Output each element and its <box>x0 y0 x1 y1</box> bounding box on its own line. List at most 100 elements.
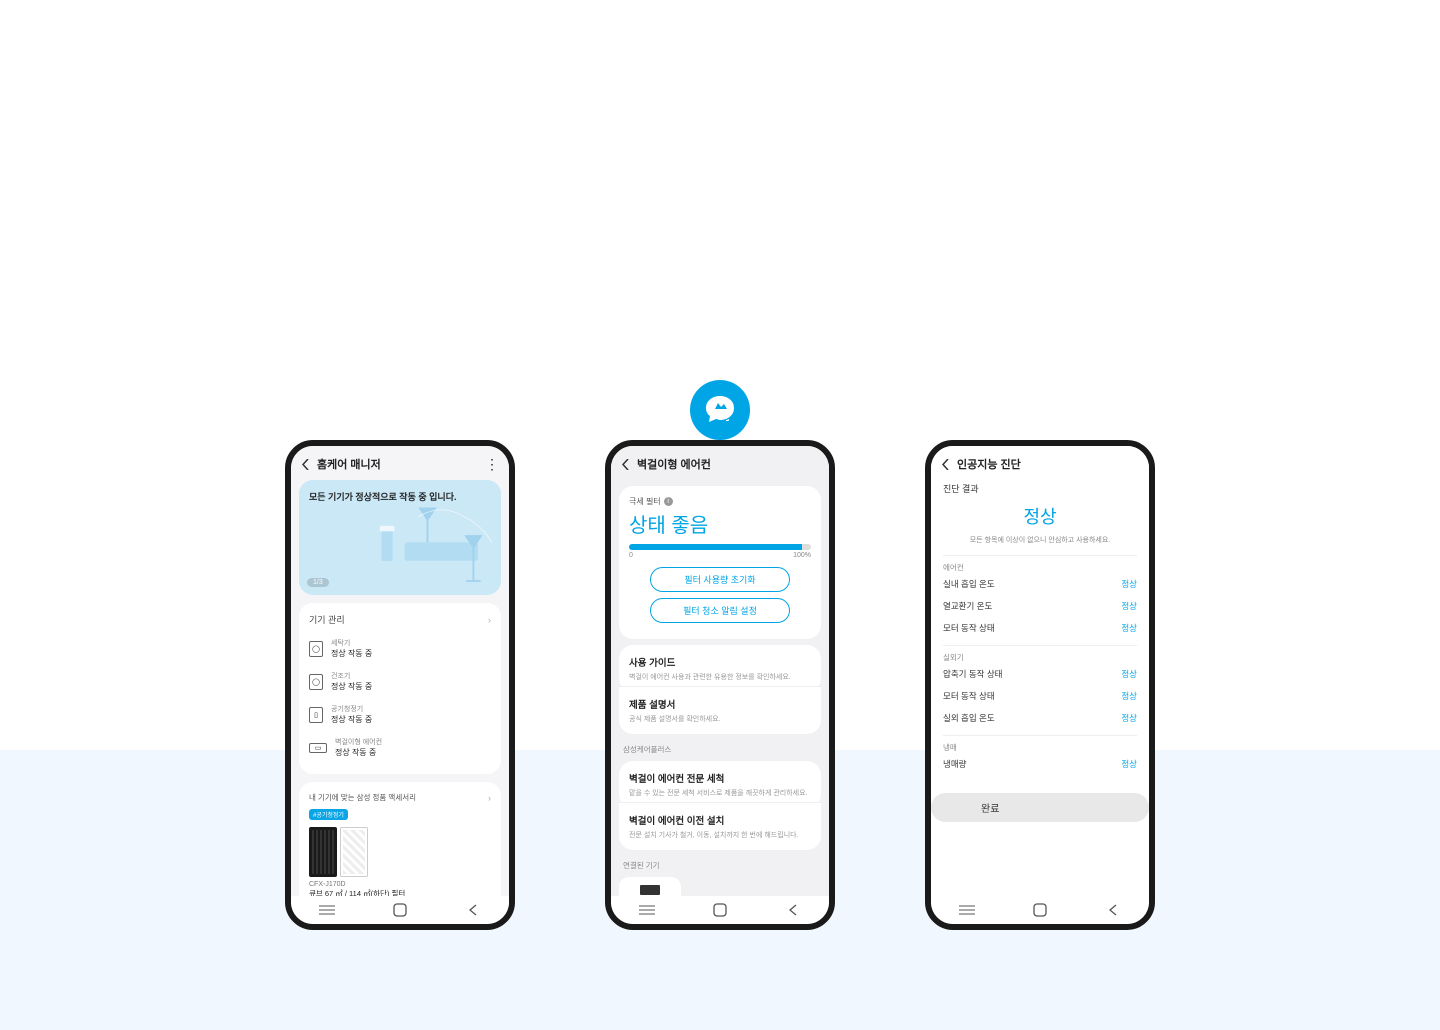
device-status: 정상 작동 중 <box>331 714 372 725</box>
back-icon[interactable] <box>941 458 949 470</box>
guide-title: 사용 가이드 <box>629 655 811 669</box>
device-row-dryer[interactable]: ◯ 건조기 정상 작동 중 <box>309 665 491 698</box>
diag-row: 실외 흡입 온도 정상 <box>943 707 1137 729</box>
android-navbar <box>611 896 829 924</box>
diag-row: 모터 동작 상태정상 <box>943 685 1137 707</box>
device-status: 정상 작동 중 <box>331 681 372 692</box>
recents-icon[interactable] <box>318 905 336 915</box>
group-outdoor: 실외기 압축기 동작 상태정상 모터 동작 상태정상 실외 흡입 온도정상 <box>943 645 1137 729</box>
dryer-icon: ◯ <box>309 674 323 690</box>
device-care-header[interactable]: 기기 관리 › <box>309 613 491 626</box>
info-icon[interactable]: i <box>664 497 673 506</box>
diag-value: 정상 <box>1121 600 1137 612</box>
accessory-title: 내 기기에 맞는 삼성 정품 액세서리 <box>309 792 416 803</box>
wall-ac-icon <box>640 885 660 895</box>
header: 인공지능 진단 <box>931 446 1149 480</box>
phone-wall-ac-detail: 벽걸이형 에어컨 극세 필터 i 상태 좋음 0 100% 필터 사용량 초기화… <box>605 440 835 930</box>
scale-min: 0 <box>629 552 633 559</box>
diag-label: 모터 동작 상태 <box>943 690 995 702</box>
accessory-model: CFX-J170D <box>309 881 491 888</box>
diag-label: 실내 흡입 온도 <box>943 578 995 590</box>
header-title: 인공지능 진단 <box>957 456 1139 472</box>
diag-row: 열교환기 온도정상 <box>943 595 1137 617</box>
careplus-label: 삼성케어플러스 <box>623 744 817 755</box>
connected-label: 연결된 기기 <box>623 860 817 871</box>
home-icon[interactable] <box>391 903 409 917</box>
manual-sub: 공식 제품 설명서를 확인하세요. <box>629 714 811 724</box>
home-icon[interactable] <box>711 903 729 917</box>
diag-label: 실외 흡입 온도 <box>943 712 995 724</box>
diag-value: 정상 <box>1121 578 1137 590</box>
device-row-wall-ac[interactable]: ▭ 벽걸이형 에어컨 정상 작동 중 <box>309 731 491 764</box>
diag-value: 정상 <box>1121 758 1137 770</box>
guide-sub: 벽걸이 에어컨 사용과 관련한 유용한 정보를 확인하세요. <box>629 672 811 682</box>
accessory-card: 내 기기에 맞는 삼성 정품 액세서리 › #공기청정기 CFX-J170D 큐… <box>299 782 501 896</box>
more-icon[interactable]: ⋮ <box>485 457 499 471</box>
accessory-desc: 큐브 67 ㎡ / 114 ㎡(하단) 필터 <box>309 888 491 896</box>
accessory-header[interactable]: 내 기기에 맞는 삼성 정품 액세서리 › <box>309 792 491 803</box>
filter-label: 극세 필터 <box>629 496 661 507</box>
wash-service-item[interactable]: 벽걸이 에어컨 전문 세척 맡을 수 있는 전문 세척 서비스로 제품을 깨끗하… <box>619 761 821 808</box>
device-name: 건조기 <box>331 671 372 681</box>
filter-scale: 0 100% <box>629 552 811 559</box>
manual-item[interactable]: 제품 설명서 공식 제품 설명서를 확인하세요. <box>619 686 821 734</box>
group-ac-label: 에어컨 <box>943 555 1137 573</box>
phone-homecare-manager: 홈케어 매니저 ⋮ 모든 기기가 정상적으로 작동 중 입니다. 1 <box>285 440 515 930</box>
filter-status: 상태 좋음 <box>629 509 811 538</box>
group-ac: 에어컨 실내 흡입 온도정상 열교환기 온도정상 모터 동작 상태정상 <box>943 555 1137 639</box>
device-care-title: 기기 관리 <box>309 613 345 626</box>
diag-value: 정상 <box>1121 712 1137 724</box>
reset-filter-button[interactable]: 필터 사용량 초기화 <box>650 567 790 592</box>
device-status: 정상 작동 중 <box>331 648 372 659</box>
home-icon[interactable] <box>1031 903 1049 917</box>
phone-ai-diagnosis: 인공지능 진단 진단 결과 정상 모든 항목에 이상이 없으니 안심하고 사용하… <box>925 440 1155 930</box>
device-row-air-purifier[interactable]: ▯ 공기청정기 정상 작동 중 <box>309 698 491 731</box>
scale-max: 100% <box>793 552 811 559</box>
diag-row: 압축기 동작 상태 정상 <box>943 663 1137 685</box>
filter-label-row: 극세 필터 i <box>629 496 811 507</box>
back-icon[interactable] <box>301 458 309 470</box>
hero-banner[interactable]: 모든 기기가 정상적으로 작동 중 입니다. 1/3 <box>299 480 501 595</box>
device-row-washer[interactable]: ◯ 세탁기 정상 작동 중 <box>309 632 491 665</box>
diagnosis-result: 정상 <box>931 503 1149 529</box>
install-sub: 전문 설치 기사가 철거, 이동, 설치까지 한 번에 해드립니다. <box>629 830 811 840</box>
diag-label: 모터 동작 상태 <box>943 622 995 634</box>
device-care-card: 기기 관리 › ◯ 세탁기 정상 작동 중 ◯ 건조기 정상 작동 중 <box>299 603 501 774</box>
recents-icon[interactable] <box>958 905 976 915</box>
filter-usage-bar <box>629 544 811 550</box>
filter-card: 극세 필터 i 상태 좋음 0 100% 필터 사용량 초기화 필터 청소 알림… <box>619 486 821 639</box>
diag-label: 압축기 동작 상태 <box>943 668 1002 680</box>
install-service-item[interactable]: 벽걸이 에어컨 이전 설치 전문 설치 기사가 철거, 이동, 설치까지 한 번… <box>619 802 821 850</box>
washer-icon: ◯ <box>309 641 323 657</box>
back-nav-icon[interactable] <box>464 904 482 916</box>
header-title: 홈케어 매니저 <box>317 456 485 472</box>
wash-sub: 맡을 수 있는 전문 세척 서비스로 제품을 깨끗하게 관리하세요. <box>629 788 811 798</box>
wall-ac-icon: ▭ <box>309 743 327 753</box>
accessory-item[interactable]: #공기청정기 CFX-J170D 큐브 67 ㎡ / 114 ㎡(하단) 필터 <box>309 809 491 896</box>
hero-text: 모든 기기가 정상적으로 작동 중 입니다. <box>309 490 456 503</box>
ai-support-icon <box>690 380 750 440</box>
diagnosis-section-label: 진단 결과 <box>943 482 1137 495</box>
diagnosis-subtitle: 모든 항목에 이상이 없으니 안심하고 사용하세요. <box>931 535 1149 545</box>
diag-row: 모터 동작 상태정상 <box>943 617 1137 639</box>
diag-value: 정상 <box>1121 668 1137 680</box>
device-name: 세탁기 <box>331 638 372 648</box>
group-refrigerant: 냉매 냉매량정상 <box>943 735 1137 775</box>
connected-device-tile[interactable]: 벽걸이형 에어컨 <box>619 877 681 896</box>
air-purifier-icon: ▯ <box>309 707 323 723</box>
accessory-tag: #공기청정기 <box>309 809 348 820</box>
chevron-right-icon: › <box>488 793 491 803</box>
recents-icon[interactable] <box>638 905 656 915</box>
usage-guide-item[interactable]: 사용 가이드 벽걸이 에어컨 사용과 관련한 유용한 정보를 확인하세요. <box>619 645 821 692</box>
back-nav-icon[interactable] <box>1104 904 1122 916</box>
group-outdoor-label: 실외기 <box>943 645 1137 663</box>
android-navbar <box>291 896 509 924</box>
done-button[interactable]: 완료 <box>931 793 1149 822</box>
filter-alert-button[interactable]: 필터 청소 알림 설정 <box>650 598 790 623</box>
wash-title: 벽걸이 에어컨 전문 세척 <box>629 771 811 785</box>
diag-label: 냉매량 <box>943 758 966 770</box>
back-nav-icon[interactable] <box>784 904 802 916</box>
back-icon[interactable] <box>621 458 629 470</box>
chevron-right-icon: › <box>488 615 491 625</box>
install-title: 벽걸이 에어컨 이전 설치 <box>629 813 811 827</box>
